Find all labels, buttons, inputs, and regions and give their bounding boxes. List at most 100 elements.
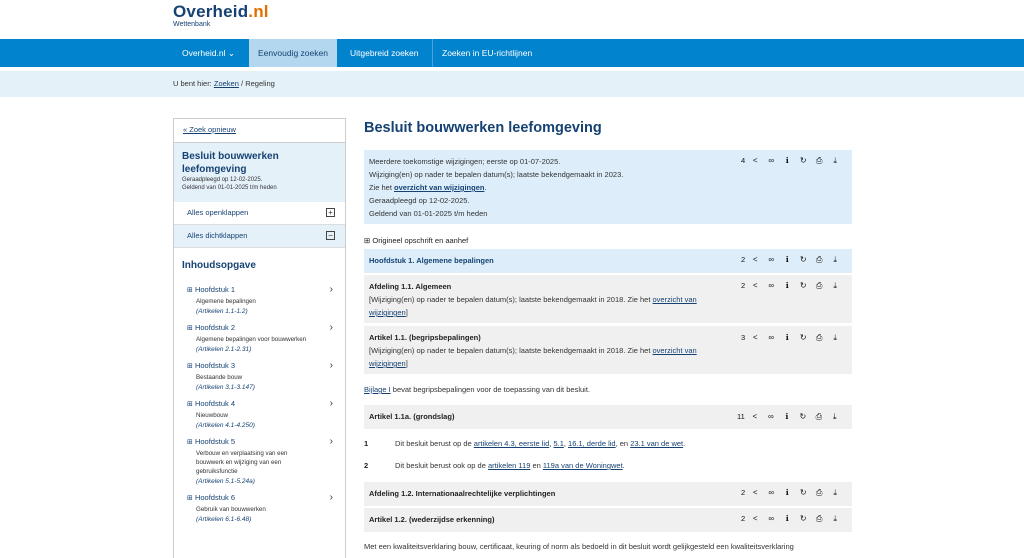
link-icon[interactable]: ∞ bbox=[763, 255, 779, 264]
download-icon[interactable]: ⤓ bbox=[827, 514, 843, 524]
download-icon[interactable]: ⤓ bbox=[827, 281, 843, 291]
share-icon[interactable]: < bbox=[747, 488, 763, 497]
info-icon[interactable]: ℹ bbox=[779, 412, 795, 421]
history-icon[interactable]: ↻ bbox=[795, 333, 811, 342]
expand-box-icon[interactable]: ⊞ bbox=[187, 439, 193, 446]
download-icon[interactable]: ⤓ bbox=[827, 488, 843, 498]
expand-all-row[interactable]: Alles openklappen + bbox=[174, 202, 345, 225]
toc-item-hoofdstuk-1[interactable]: ⊞ Hoofdstuk 1 Algemene bepalingen (Artik… bbox=[174, 279, 345, 317]
toc-articles[interactable]: (Artikelen 6.1-6.48) bbox=[187, 514, 345, 525]
expand-box-icon[interactable]: ⊞ bbox=[187, 495, 193, 502]
info-icon[interactable]: ℹ bbox=[779, 488, 795, 497]
article-1-1-overview-link[interactable]: overzicht van bbox=[653, 346, 697, 355]
chevron-right-icon[interactable]: › bbox=[330, 436, 333, 447]
chevron-right-icon[interactable]: › bbox=[330, 398, 333, 409]
lid-number: 1 bbox=[364, 439, 369, 448]
link-icon[interactable]: ∞ bbox=[763, 488, 779, 497]
chapter-1-toolbar: 2 < ∞ ℹ ↻ ⎙ ⤓ bbox=[741, 255, 843, 265]
toc-desc: Algemene bepalingen voor bouwwerken bbox=[196, 336, 307, 343]
toc-head[interactable]: Hoofdstuk 4 bbox=[195, 399, 235, 408]
annex-link[interactable]: Bijlage I bbox=[364, 385, 391, 394]
print-icon[interactable]: ⎙ bbox=[811, 412, 827, 422]
download-icon[interactable]: ⤓ bbox=[827, 156, 843, 166]
info-icon[interactable]: ℹ bbox=[779, 156, 795, 165]
expand-box-icon[interactable]: ⊞ bbox=[187, 325, 193, 332]
lid-1-sep: , en bbox=[615, 439, 631, 448]
share-icon[interactable]: < bbox=[747, 281, 763, 290]
expand-box-icon[interactable]: ⊞ bbox=[187, 401, 193, 408]
print-icon[interactable]: ⎙ bbox=[811, 488, 827, 498]
ref-link[interactable]: artikelen 119 bbox=[488, 461, 530, 470]
nav-eu-richtlijnen[interactable]: Zoeken in EU-richtlijnen bbox=[433, 39, 541, 67]
site-logo[interactable]: Overheid.nl Wettenbank bbox=[173, 2, 269, 28]
share-icon[interactable]: < bbox=[747, 412, 763, 421]
history-icon[interactable]: ↻ bbox=[795, 488, 811, 497]
toc-head[interactable]: Hoofdstuk 6 bbox=[195, 493, 235, 502]
toc-head[interactable]: Hoofdstuk 2 bbox=[195, 323, 235, 332]
back-link[interactable]: « Zoek opnieuw bbox=[183, 125, 236, 134]
download-icon[interactable]: ⤓ bbox=[827, 255, 843, 265]
link-icon[interactable]: ∞ bbox=[763, 333, 779, 342]
section-1-1-overview-link-cont[interactable]: wijzigingen bbox=[369, 308, 406, 317]
ref-link[interactable]: 23.1 van de wet bbox=[630, 439, 683, 448]
share-icon[interactable]: < bbox=[747, 156, 763, 165]
breadcrumb-zoeken[interactable]: Zoeken bbox=[214, 79, 239, 88]
history-icon[interactable]: ↻ bbox=[795, 156, 811, 165]
nav-overheid[interactable]: Overheid.nl ⌄ bbox=[173, 39, 244, 67]
history-icon[interactable]: ↻ bbox=[795, 281, 811, 290]
section-1-1-overview-link[interactable]: overzicht van bbox=[653, 295, 697, 304]
print-icon[interactable]: ⎙ bbox=[811, 255, 827, 265]
plus-box-icon[interactable]: + bbox=[326, 208, 335, 217]
collapse-all-row[interactable]: Alles dichtklappen − bbox=[174, 225, 345, 248]
print-icon[interactable]: ⎙ bbox=[811, 514, 827, 524]
history-icon[interactable]: ↻ bbox=[795, 412, 811, 421]
nav-uitgebreid-zoeken[interactable]: Uitgebreid zoeken bbox=[341, 39, 428, 67]
print-icon[interactable]: ⎙ bbox=[811, 333, 827, 343]
toc-item-hoofdstuk-2[interactable]: ⊞ Hoofdstuk 2 Algemene bepalingen voor b… bbox=[174, 317, 345, 355]
print-icon[interactable]: ⎙ bbox=[811, 281, 827, 291]
link-icon[interactable]: ∞ bbox=[763, 514, 779, 523]
chevron-right-icon[interactable]: › bbox=[330, 360, 333, 371]
info-icon[interactable]: ℹ bbox=[779, 281, 795, 290]
toc-head[interactable]: Hoofdstuk 5 bbox=[195, 437, 235, 446]
toc-item-hoofdstuk-5[interactable]: ⊞ Hoofdstuk 5 Verbouw en verplaatsing va… bbox=[174, 431, 345, 487]
link-icon[interactable]: ∞ bbox=[763, 412, 779, 421]
article-1-1-overview-link-cont[interactable]: wijzigingen bbox=[369, 359, 406, 368]
toc-articles[interactable]: (Artikelen 3.1-3.147) bbox=[187, 382, 345, 393]
chevron-right-icon[interactable]: › bbox=[330, 492, 333, 503]
toc-head[interactable]: Hoofdstuk 1 bbox=[195, 285, 235, 294]
toc-articles[interactable]: (Artikelen 4.1-4.250) bbox=[187, 420, 345, 431]
chevron-right-icon[interactable]: › bbox=[330, 322, 333, 333]
info-icon[interactable]: ℹ bbox=[779, 514, 795, 523]
minus-box-icon[interactable]: − bbox=[326, 231, 335, 240]
ref-link[interactable]: artikelen 4.3, eerste lid bbox=[474, 439, 549, 448]
expand-box-icon[interactable]: ⊞ bbox=[187, 363, 193, 370]
info-icon[interactable]: ℹ bbox=[779, 333, 795, 342]
ref-link[interactable]: 5.1 bbox=[553, 439, 563, 448]
toc-item-hoofdstuk-4[interactable]: ⊞ Hoofdstuk 4 Nieuwbouw (Artikelen 4.1-4… bbox=[174, 393, 345, 431]
print-icon[interactable]: ⎙ bbox=[811, 156, 827, 166]
chevron-right-icon[interactable]: › bbox=[330, 284, 333, 295]
link-icon[interactable]: ∞ bbox=[763, 281, 779, 290]
link-icon[interactable]: ∞ bbox=[763, 156, 779, 165]
share-icon[interactable]: < bbox=[747, 514, 763, 523]
ref-link[interactable]: 119a van de Woningwet bbox=[543, 461, 623, 470]
toc-articles[interactable]: (Artikelen 5.1-5.24a) bbox=[187, 476, 345, 487]
info-icon[interactable]: ℹ bbox=[779, 255, 795, 264]
share-icon[interactable]: < bbox=[747, 333, 763, 342]
share-icon[interactable]: < bbox=[747, 255, 763, 264]
changes-overview-link[interactable]: overzicht van wijzigingen bbox=[394, 183, 484, 192]
nav-eenvoudig-zoeken[interactable]: Eenvoudig zoeken bbox=[249, 39, 337, 67]
download-icon[interactable]: ⤓ bbox=[827, 412, 843, 422]
toc-articles[interactable]: (Artikelen 2.1-2.31) bbox=[187, 344, 345, 355]
toc-item-hoofdstuk-6[interactable]: ⊞ Hoofdstuk 6 Gebruik van bouwwerken (Ar… bbox=[174, 487, 345, 525]
download-icon[interactable]: ⤓ bbox=[827, 333, 843, 343]
toc-item-hoofdstuk-3[interactable]: ⊞ Hoofdstuk 3 Bestaande bouw (Artikelen … bbox=[174, 355, 345, 393]
ref-link[interactable]: 16.1, derde lid bbox=[568, 439, 616, 448]
history-icon[interactable]: ↻ bbox=[795, 514, 811, 523]
toc-articles[interactable]: (Artikelen 1.1-1.2) bbox=[187, 306, 345, 317]
expand-box-icon[interactable]: ⊞ bbox=[187, 287, 193, 294]
toc-head[interactable]: Hoofdstuk 3 bbox=[195, 361, 235, 370]
original-heading-toggle[interactable]: ⊞ Origineel opschrift en aanhef bbox=[364, 236, 468, 245]
history-icon[interactable]: ↻ bbox=[795, 255, 811, 264]
